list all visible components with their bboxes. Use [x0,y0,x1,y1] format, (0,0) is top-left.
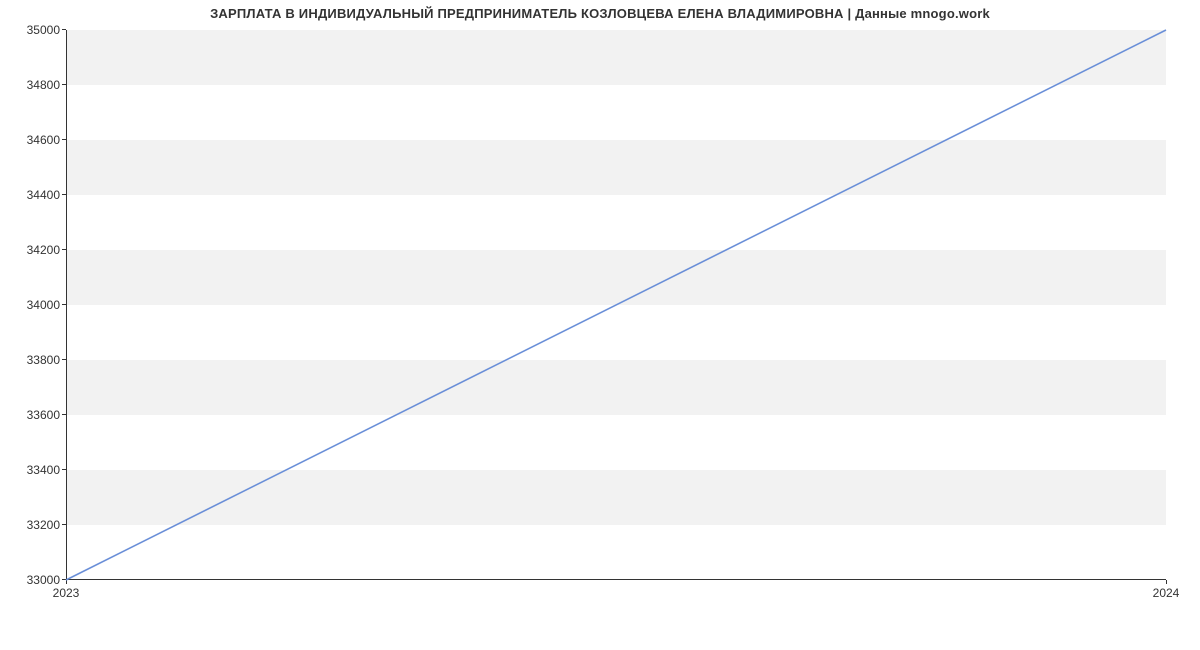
line-layer [66,30,1166,580]
chart-container: ЗАРПЛАТА В ИНДИВИДУАЛЬНЫЙ ПРЕДПРИНИМАТЕЛ… [0,0,1200,650]
y-tick-label: 33600 [6,409,60,421]
series-line-salary [66,30,1166,580]
y-tick-label: 33800 [6,354,60,366]
y-tick-label: 34400 [6,189,60,201]
x-tick-mark [1166,580,1167,584]
y-tick-label: 35000 [6,24,60,36]
y-tick-label: 34600 [6,134,60,146]
x-tick-label: 2024 [1153,586,1180,600]
chart-title: ЗАРПЛАТА В ИНДИВИДУАЛЬНЫЙ ПРЕДПРИНИМАТЕЛ… [0,6,1200,21]
y-tick-label: 33000 [6,574,60,586]
y-tick-label: 34200 [6,244,60,256]
y-tick-label: 33400 [6,464,60,476]
x-tick-label: 2023 [53,586,80,600]
y-tick-label: 33200 [6,519,60,531]
y-tick-label: 34800 [6,79,60,91]
y-tick-label: 34000 [6,299,60,311]
plot-area [66,30,1166,580]
